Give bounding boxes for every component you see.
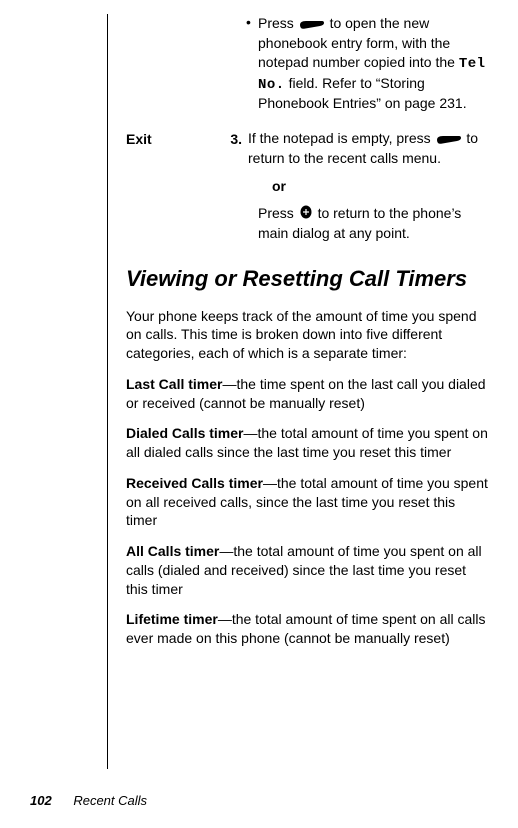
timer-name: Received Calls timer [126,475,263,491]
section-heading: Viewing or Resetting Call Timers [126,266,488,292]
text-press: Press [258,15,298,31]
softkey-icon [437,130,461,149]
page-footer: 102 Recent Calls [30,793,147,808]
timer-lifetime: Lifetime timer—the total amount of time … [126,610,488,648]
timer-received-calls: Received Calls timer—the total amount of… [126,474,488,530]
step-body-exit: If the notepad is empty, press to return… [248,129,488,168]
timer-name: All Calls timer [126,543,219,559]
text-if-empty: If the notepad is empty, press [248,130,435,146]
bullet-text: Press to open the new phonebook entry fo… [258,14,488,113]
timer-name: Dialed Calls timer [126,425,244,441]
step-body-exit-alt: Press to return to the phone’s main dial… [258,204,488,242]
chapter-title: Recent Calls [73,793,147,808]
timer-name: Lifetime timer [126,611,218,627]
bullet-marker: • [246,14,258,113]
content-column: • Press to open the new phonebook entry … [107,14,488,769]
timer-all-calls: All Calls timer—the total amount of time… [126,542,488,598]
timer-name: Last Call timer [126,376,222,392]
softkey-icon [300,15,324,34]
page-number: 102 [30,793,52,808]
bullet-phonebook-entry: • Press to open the new phonebook entry … [246,14,488,113]
page: • Press to open the new phonebook entry … [0,0,518,828]
text-press2: Press [258,205,298,221]
step-exit: Exit 3. If the notepad is empty, press t… [126,129,488,168]
text-refer: field. Refer to “Storing Phonebook Entri… [258,75,467,112]
end-key-icon [300,205,312,224]
timer-dialed-calls: Dialed Calls timer—the total amount of t… [126,424,488,462]
intro-paragraph: Your phone keeps track of the amount of … [126,307,488,363]
step-label-exit: Exit [126,129,226,168]
or-separator: or [272,178,488,194]
timer-last-call: Last Call timer—the time spent on the la… [126,375,488,413]
step-num-3: 3. [226,129,248,168]
